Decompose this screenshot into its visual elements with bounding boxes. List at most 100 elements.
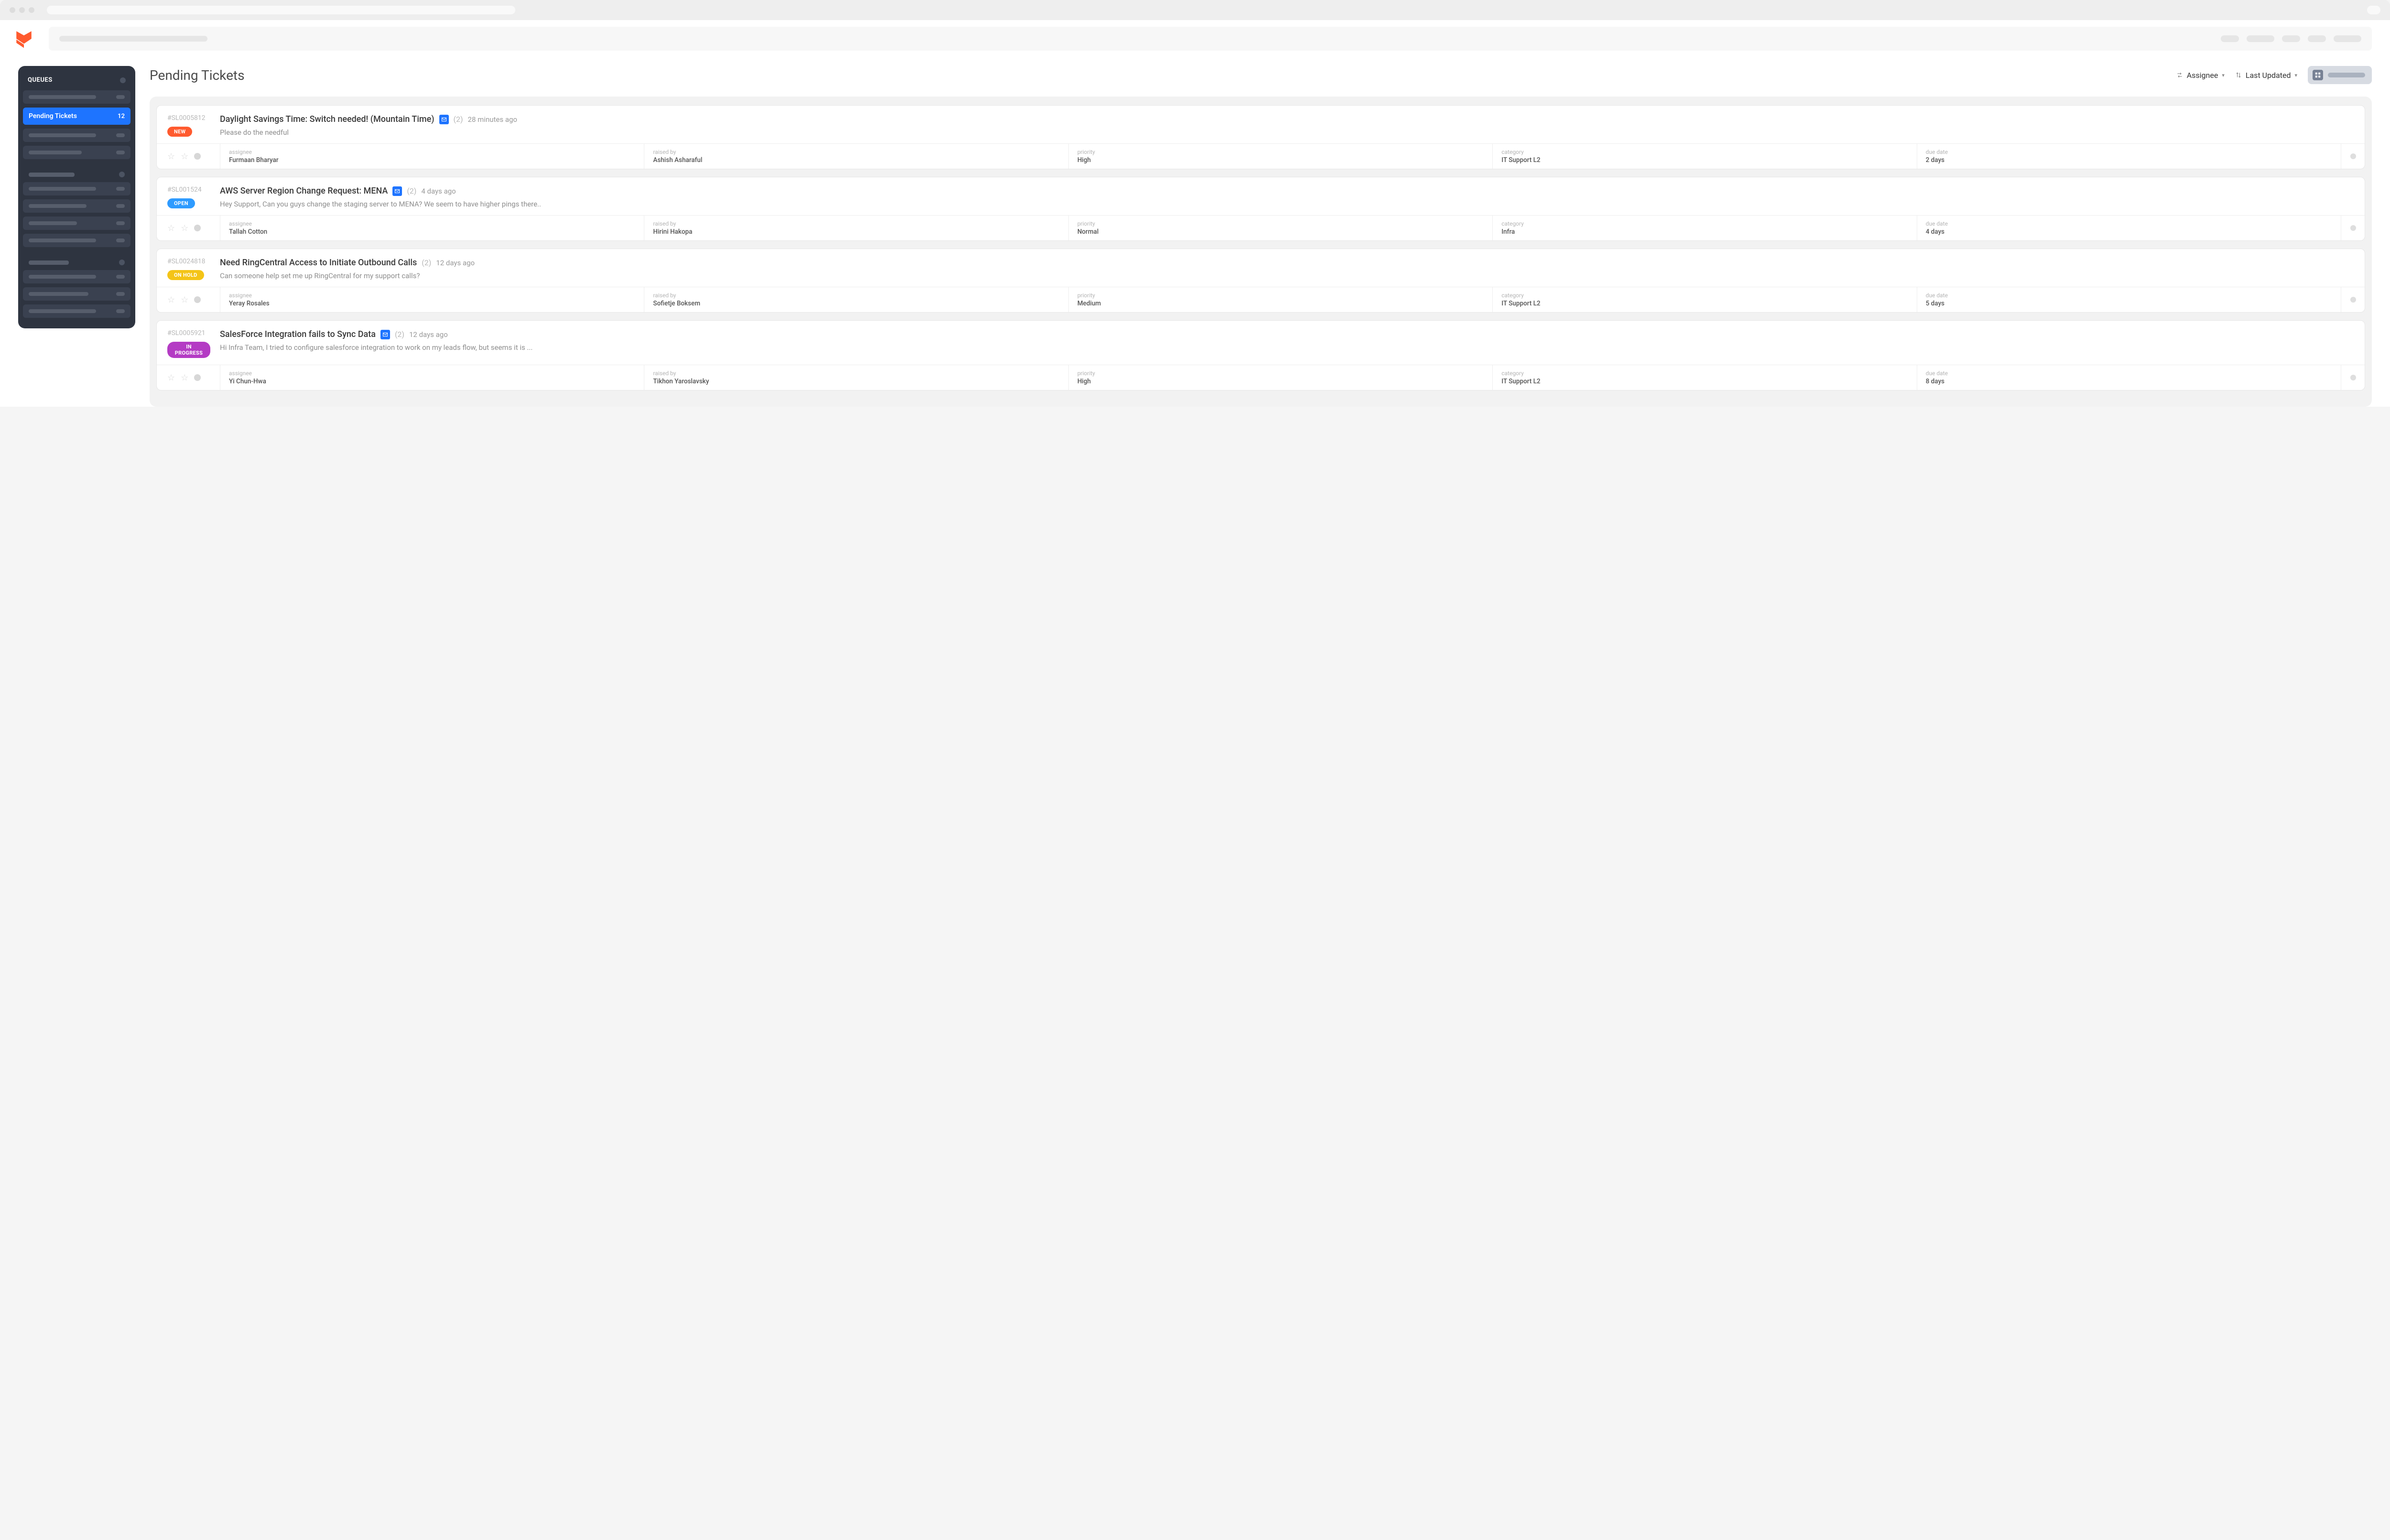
ticket-id: #SL001524 xyxy=(167,186,202,194)
placeholder-bar xyxy=(29,204,87,208)
sidebar-item[interactable] xyxy=(23,217,130,230)
nav-chip xyxy=(2308,35,2326,42)
ticket-id: #SL0005921 xyxy=(167,329,206,337)
nav-chip xyxy=(2247,35,2274,42)
meta-label: due date xyxy=(1926,149,2332,155)
placeholder-bar xyxy=(29,95,96,99)
sidebar-group-heading xyxy=(23,251,130,270)
status-badge: OPEN xyxy=(167,198,195,208)
ticket-card[interactable]: #SL0005812 NEW Daylight Savings Time: Sw… xyxy=(156,105,2365,169)
placeholder-bar xyxy=(29,133,96,137)
ticket-card[interactable]: #SL0024818 ON HOLD Need RingCentral Acce… xyxy=(156,249,2365,313)
sidebar-item-pending-tickets[interactable]: Pending Tickets 12 xyxy=(23,108,130,125)
ticket-card[interactable]: #SL0005921 IN PROGRESS SalesForce Integr… xyxy=(156,320,2365,390)
sidebar-item[interactable] xyxy=(23,304,130,318)
meta-value: Sofietje Boksem xyxy=(653,300,1059,307)
sidebar-item[interactable] xyxy=(23,146,130,159)
ticket-card[interactable]: #SL001524 OPEN AWS Server Region Change … xyxy=(156,177,2365,241)
star-outline-icon[interactable]: ☆ xyxy=(181,223,188,233)
meta-label: assignee xyxy=(229,149,635,155)
avatar-icon[interactable] xyxy=(194,153,201,160)
ticket-title-row: Need RingCentral Access to Initiate Outb… xyxy=(220,258,2354,268)
header-controls: Assignee ▾ Last Updated ▾ xyxy=(2176,66,2372,84)
collapse-icon[interactable] xyxy=(120,77,126,83)
meta-assignee: assignee Tallah Cotton xyxy=(220,216,644,240)
meta-assignee: assignee Furmaan Bharyar xyxy=(220,144,644,169)
ticket-more[interactable] xyxy=(2341,216,2365,240)
close-window-icon[interactable] xyxy=(10,7,15,13)
more-icon xyxy=(2350,375,2356,380)
placeholder-bar xyxy=(29,239,96,242)
ticket-preview: Please do the needful xyxy=(220,128,2354,137)
app-logo-icon[interactable] xyxy=(13,28,34,49)
placeholder-bar xyxy=(59,36,207,42)
meta-category: category Infra xyxy=(1492,216,1916,240)
star-outline-icon[interactable]: ☆ xyxy=(181,152,188,162)
sidebar-item[interactable] xyxy=(23,234,130,247)
star-outline-icon[interactable]: ☆ xyxy=(181,373,188,383)
meta-value: Infra xyxy=(1501,228,1908,236)
star-outline-icon[interactable]: ☆ xyxy=(167,223,175,233)
nav-chip xyxy=(2282,35,2300,42)
meta-due-date: due date 2 days xyxy=(1917,144,2341,169)
view-switch-button[interactable] xyxy=(2308,66,2372,84)
browser-chip-icon xyxy=(2367,6,2380,14)
ticket-title-row: SalesForce Integration fails to Sync Dat… xyxy=(220,329,2354,339)
reply-count: (2) xyxy=(395,330,404,339)
sidebar-item[interactable] xyxy=(23,90,130,104)
star-outline-icon[interactable]: ☆ xyxy=(167,295,175,305)
avatar-icon[interactable] xyxy=(194,225,201,231)
group-by-dropdown[interactable]: Assignee ▾ xyxy=(2176,71,2225,80)
ticket-more[interactable] xyxy=(2341,365,2365,390)
nav-chip xyxy=(2221,35,2239,42)
meta-value: 2 days xyxy=(1926,156,2332,164)
avatar-icon[interactable] xyxy=(194,374,201,381)
minimize-window-icon[interactable] xyxy=(19,7,25,13)
star-outline-icon[interactable]: ☆ xyxy=(181,295,188,305)
top-nav-right xyxy=(2221,35,2361,42)
more-icon xyxy=(2350,153,2356,159)
placeholder-count xyxy=(116,187,125,191)
ticket-meta: ☆ ☆ assignee Yi Chun-Hwa raised by Tikho… xyxy=(157,365,2365,390)
star-outline-icon[interactable]: ☆ xyxy=(167,152,175,162)
ticket-title: SalesForce Integration fails to Sync Dat… xyxy=(220,329,376,339)
maximize-window-icon[interactable] xyxy=(29,7,34,13)
avatar-icon[interactable] xyxy=(194,296,201,303)
meta-value: 5 days xyxy=(1926,300,2332,307)
collapse-icon[interactable] xyxy=(119,260,125,265)
meta-label: assignee xyxy=(229,292,635,299)
sidebar-item[interactable] xyxy=(23,182,130,195)
url-bar[interactable] xyxy=(47,6,515,14)
mail-icon xyxy=(380,330,390,339)
sidebar-item[interactable] xyxy=(23,199,130,213)
ticket-meta: ☆ ☆ assignee Furmaan Bharyar raised by A… xyxy=(157,143,2365,169)
status-badge: ON HOLD xyxy=(167,270,204,280)
ticket-age: 12 days ago xyxy=(436,259,475,267)
ticket-title: Daylight Savings Time: Switch needed! (M… xyxy=(220,114,435,124)
star-outline-icon[interactable]: ☆ xyxy=(167,373,175,383)
meta-label: raised by xyxy=(653,149,1059,155)
ticket-age: 28 minutes ago xyxy=(468,115,517,124)
sort-by-dropdown[interactable]: Last Updated ▾ xyxy=(2235,71,2297,80)
browser-frame: QUEUES Pending Tickets 12 xyxy=(0,0,2390,407)
ticket-more[interactable] xyxy=(2341,287,2365,312)
placeholder-count xyxy=(116,221,125,225)
placeholder-count xyxy=(116,204,125,208)
ticket-top: #SL0024818 ON HOLD Need RingCentral Acce… xyxy=(157,249,2365,287)
meta-value: Furmaan Bharyar xyxy=(229,156,635,164)
meta-priority: priority High xyxy=(1068,144,1492,169)
sidebar-item[interactable] xyxy=(23,129,130,142)
placeholder-bar xyxy=(29,187,96,191)
sidebar-item[interactable] xyxy=(23,270,130,283)
ticket-title-row: AWS Server Region Change Request: MENA (… xyxy=(220,186,2354,196)
sidebar-item[interactable] xyxy=(23,287,130,301)
status-badge: IN PROGRESS xyxy=(167,342,210,358)
collapse-icon[interactable] xyxy=(119,172,125,177)
tickets-panel: #SL0005812 NEW Daylight Savings Time: Sw… xyxy=(150,97,2372,407)
ticket-right: SalesForce Integration fails to Sync Dat… xyxy=(220,329,2354,358)
meta-label: raised by xyxy=(653,292,1059,299)
ticket-more[interactable] xyxy=(2341,144,2365,169)
nav-chip xyxy=(2334,35,2361,42)
placeholder-bar xyxy=(29,260,69,265)
placeholder-bar xyxy=(29,275,96,279)
